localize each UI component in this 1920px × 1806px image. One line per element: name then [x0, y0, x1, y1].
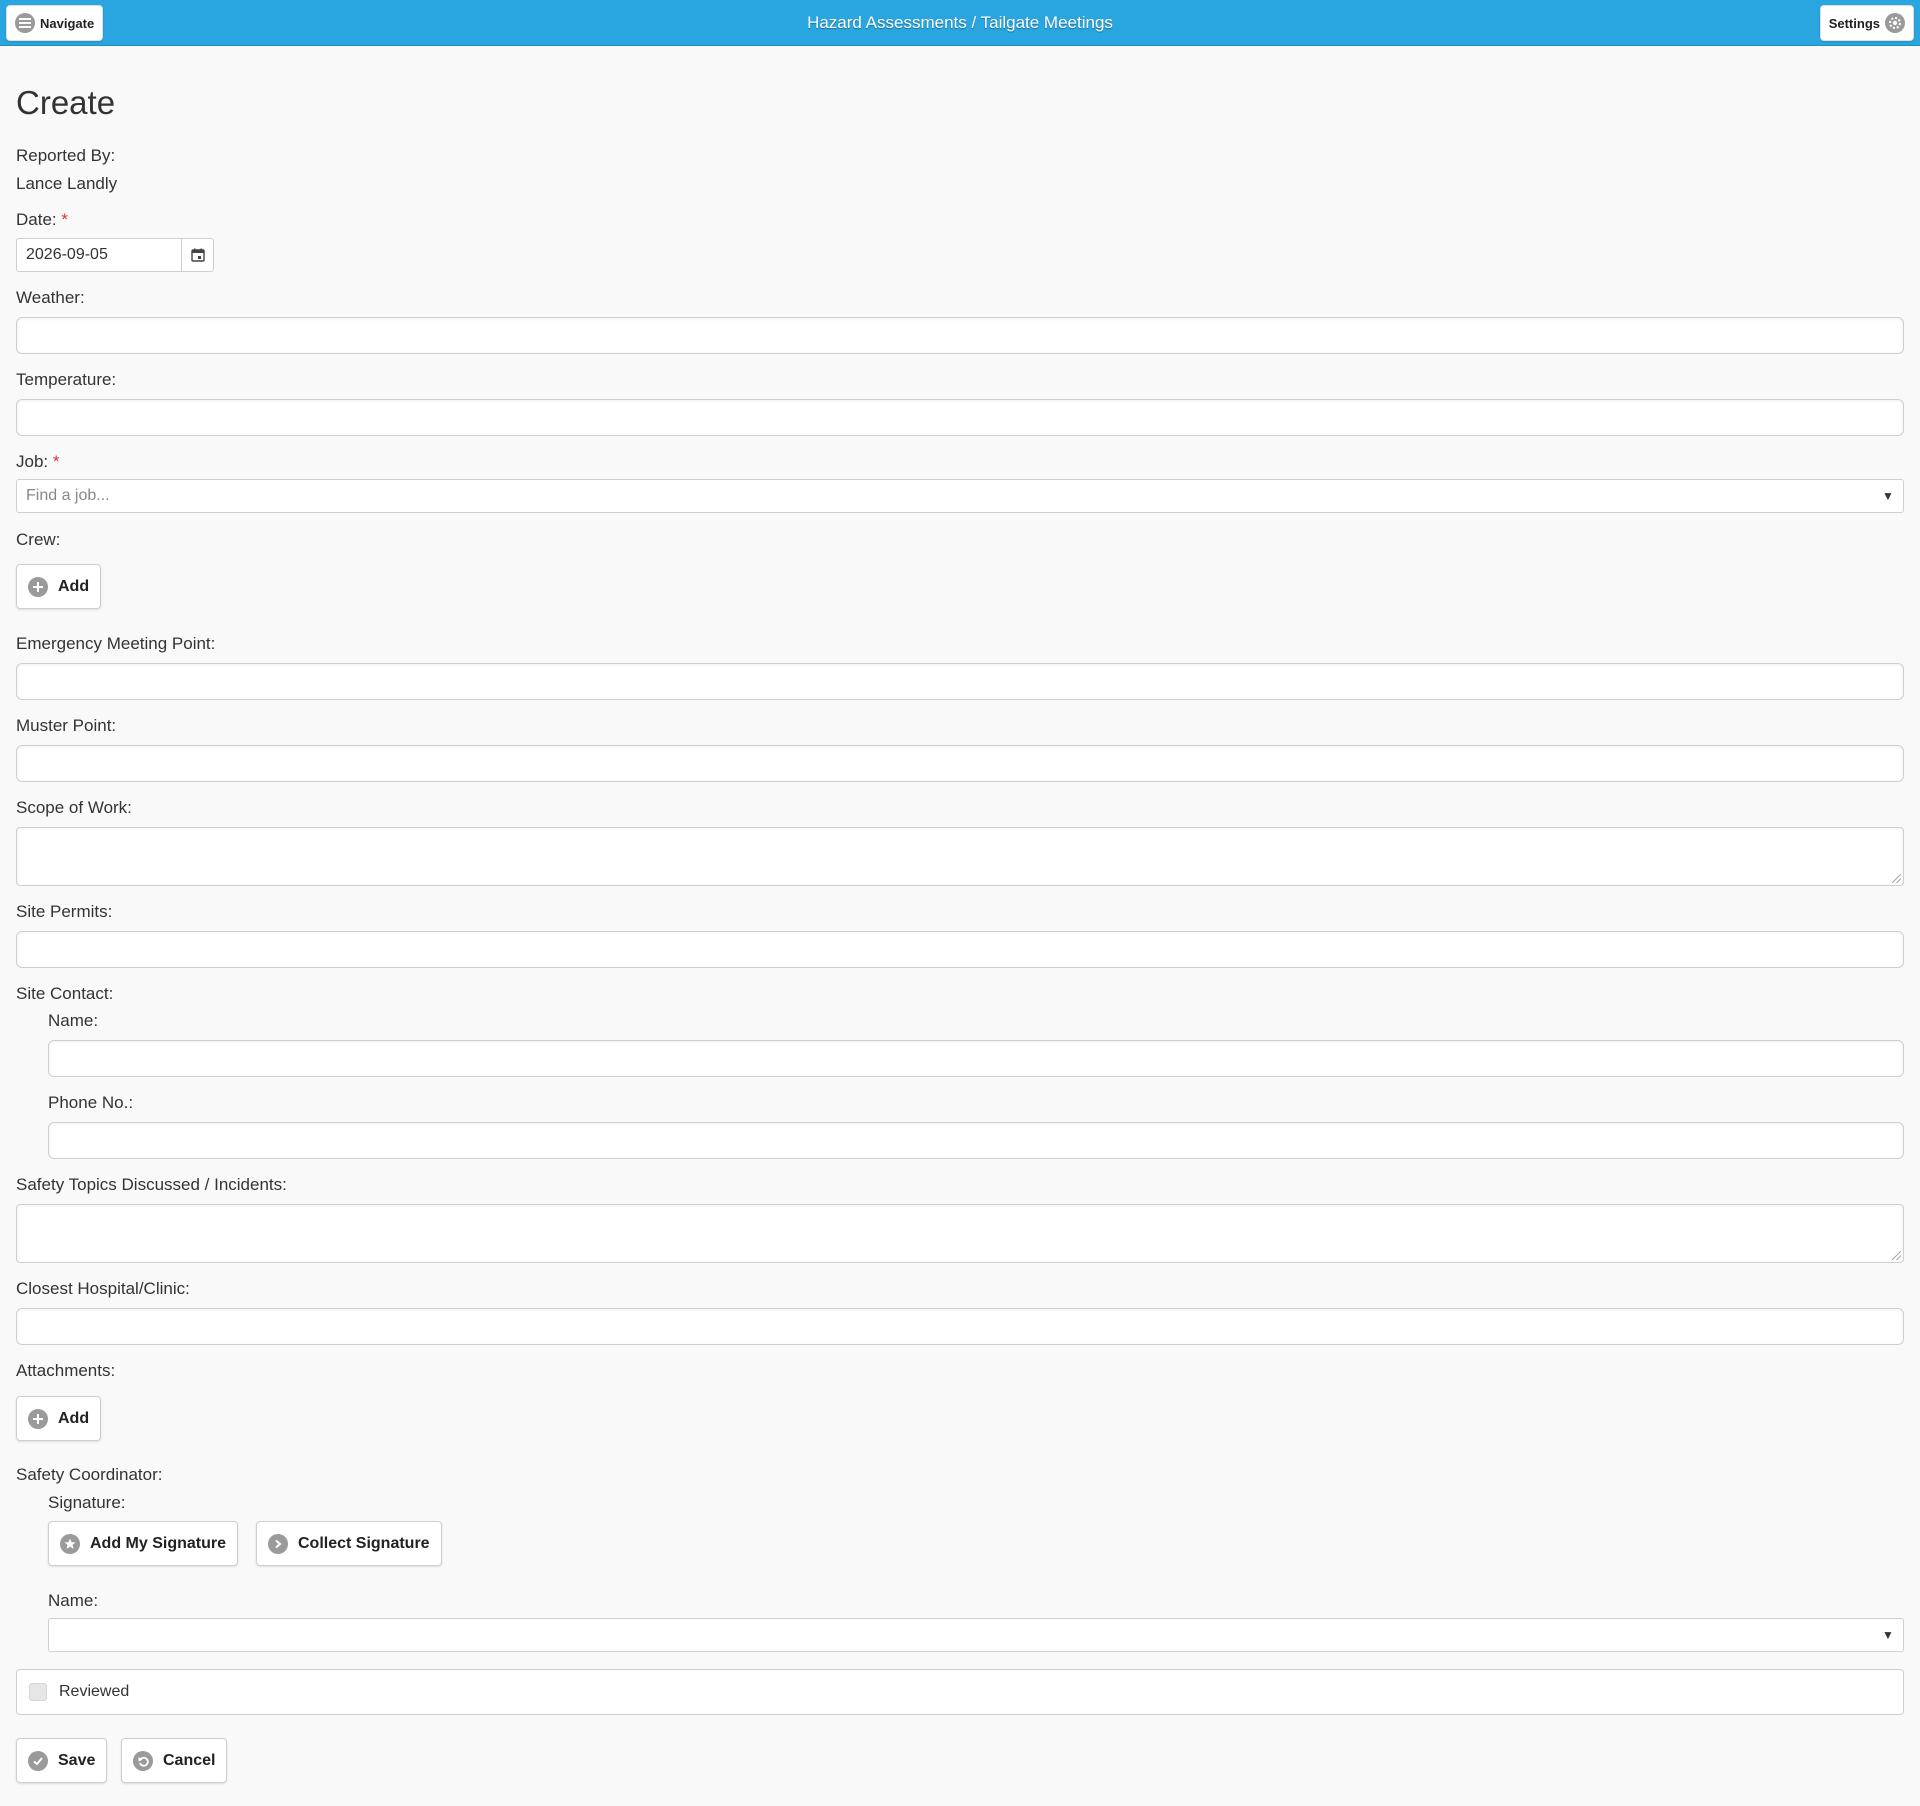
- site-contact-phone-label: Phone No.:: [48, 1093, 134, 1112]
- closest-hospital-input[interactable]: [16, 1308, 1904, 1345]
- reported-by-value: Lance Landly: [16, 174, 118, 193]
- site-contact-phone-input[interactable]: [48, 1122, 1904, 1159]
- crew-add-label: Add: [58, 577, 90, 595]
- muster-point-input[interactable]: [16, 745, 1904, 782]
- muster-point-label: Muster Point:: [16, 716, 117, 735]
- signature-label: Signature:: [48, 1493, 126, 1512]
- reviewed-checkbox[interactable]: [29, 1683, 47, 1701]
- coordinator-name-select[interactable]: ▼: [48, 1618, 1904, 1652]
- reviewed-label: Reviewed: [59, 1683, 130, 1700]
- emergency-meeting-point-label: Emergency Meeting Point:: [16, 634, 216, 653]
- attachments-label: Attachments:: [16, 1361, 116, 1380]
- plus-circle-icon: [28, 1408, 48, 1429]
- page-title: Create: [16, 84, 116, 121]
- job-placeholder: Find a job...: [26, 487, 110, 504]
- collect-signature-label: Collect Signature: [298, 1534, 430, 1552]
- navigate-label: Navigate: [40, 15, 95, 31]
- temperature-label: Temperature:: [16, 370, 117, 389]
- bars-icon: [15, 13, 35, 33]
- safety-topics-textarea[interactable]: [16, 1204, 1904, 1263]
- settings-button[interactable]: Settings: [1819, 5, 1914, 41]
- attachments-add-button[interactable]: Add: [16, 1396, 102, 1441]
- resize-handle-icon[interactable]: [1892, 874, 1901, 883]
- gear-icon: [1885, 13, 1905, 33]
- required-mark: *: [52, 452, 60, 471]
- calendar-icon[interactable]: [181, 239, 213, 271]
- site-permits-input[interactable]: [16, 931, 1904, 968]
- date-value[interactable]: 2026-09-05: [17, 246, 181, 264]
- reviewed-checkbox-row[interactable]: Reviewed: [16, 1669, 1904, 1715]
- closest-hospital-label: Closest Hospital/Clinic:: [16, 1279, 190, 1298]
- settings-label: Settings: [1828, 15, 1880, 31]
- crew-label: Crew:: [16, 530, 61, 549]
- site-contact-label: Site Contact:: [16, 984, 114, 1003]
- add-my-signature-button[interactable]: Add My Signature: [48, 1521, 239, 1566]
- reported-by-label: Reported By:: [16, 146, 116, 165]
- cancel-label: Cancel: [163, 1751, 216, 1769]
- add-my-signature-label: Add My Signature: [90, 1534, 227, 1552]
- site-contact-name-input[interactable]: [48, 1040, 1904, 1077]
- required-mark: *: [61, 210, 68, 229]
- star-icon: [60, 1533, 80, 1554]
- plus-circle-icon: [28, 576, 48, 597]
- job-label-text: Job:: [16, 452, 49, 471]
- app-header: Hazard Assessments / Tailgate Meetings N…: [0, 0, 1920, 46]
- safety-coordinator-label: Safety Coordinator:: [16, 1465, 163, 1484]
- safety-topics-label: Safety Topics Discussed / Incidents:: [16, 1175, 287, 1194]
- caret-down-icon: ▼: [1882, 489, 1894, 503]
- weather-label: Weather:: [16, 288, 85, 307]
- date-field[interactable]: 2026-09-05: [16, 238, 214, 272]
- caret-down-icon: ▼: [1882, 1628, 1894, 1642]
- temperature-input[interactable]: [16, 399, 1904, 436]
- weather-input[interactable]: [16, 317, 1904, 354]
- site-contact-name-label: Name:: [48, 1011, 99, 1030]
- date-label: Date: *: [16, 210, 68, 230]
- check-icon: [28, 1750, 48, 1771]
- navigate-button[interactable]: Navigate: [6, 5, 104, 41]
- save-button[interactable]: Save: [16, 1738, 108, 1783]
- scope-of-work-label: Scope of Work:: [16, 798, 132, 817]
- attachments-add-label: Add: [58, 1409, 90, 1427]
- crew-add-button[interactable]: Add: [16, 564, 102, 609]
- job-select[interactable]: Find a job... ▼: [16, 479, 1904, 513]
- undo-icon: [133, 1750, 153, 1771]
- save-label: Save: [58, 1751, 96, 1769]
- coordinator-name-label: Name:: [48, 1591, 99, 1610]
- cancel-button[interactable]: Cancel: [121, 1738, 228, 1783]
- date-label-text: Date:: [16, 210, 57, 229]
- chevron-right-icon: [268, 1533, 288, 1554]
- resize-handle-icon[interactable]: [1892, 1251, 1901, 1260]
- scope-of-work-textarea[interactable]: [16, 827, 1904, 886]
- emergency-meeting-point-input[interactable]: [16, 663, 1904, 700]
- job-label: Job: *: [16, 452, 60, 472]
- site-permits-label: Site Permits:: [16, 902, 113, 921]
- page-header-title: Hazard Assessments / Tailgate Meetings: [807, 13, 1113, 32]
- collect-signature-button[interactable]: Collect Signature: [256, 1521, 442, 1566]
